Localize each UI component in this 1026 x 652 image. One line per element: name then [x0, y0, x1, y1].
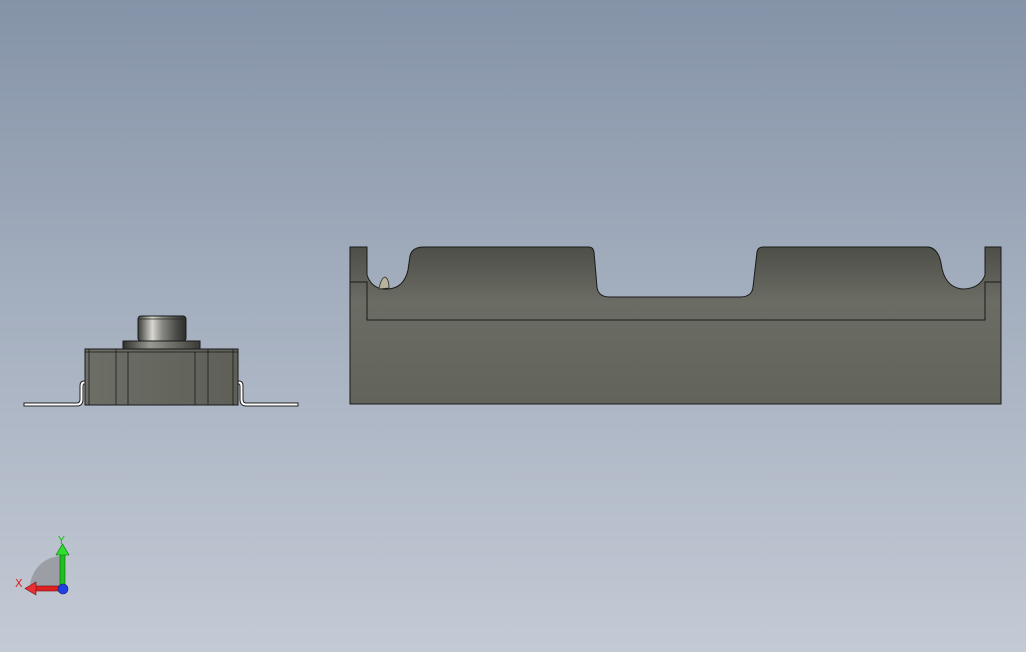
front-view-part[interactable] — [349, 246, 1002, 405]
reference-triad: X Y — [15, 534, 70, 596]
side-view-part[interactable] — [23, 315, 299, 407]
front-view-pin — [378, 276, 390, 290]
triad-x-label: X — [15, 577, 23, 590]
z-axis-dot-icon — [57, 583, 69, 595]
front-view-body — [349, 246, 1002, 405]
bushing-flange — [122, 340, 201, 350]
bushing-shaft — [137, 315, 187, 342]
graphics-viewport[interactable]: X Y — [0, 0, 1026, 652]
model-canvas[interactable]: X Y — [0, 0, 1026, 652]
triad-y-label: Y — [57, 534, 65, 547]
side-view-block — [84, 348, 239, 406]
